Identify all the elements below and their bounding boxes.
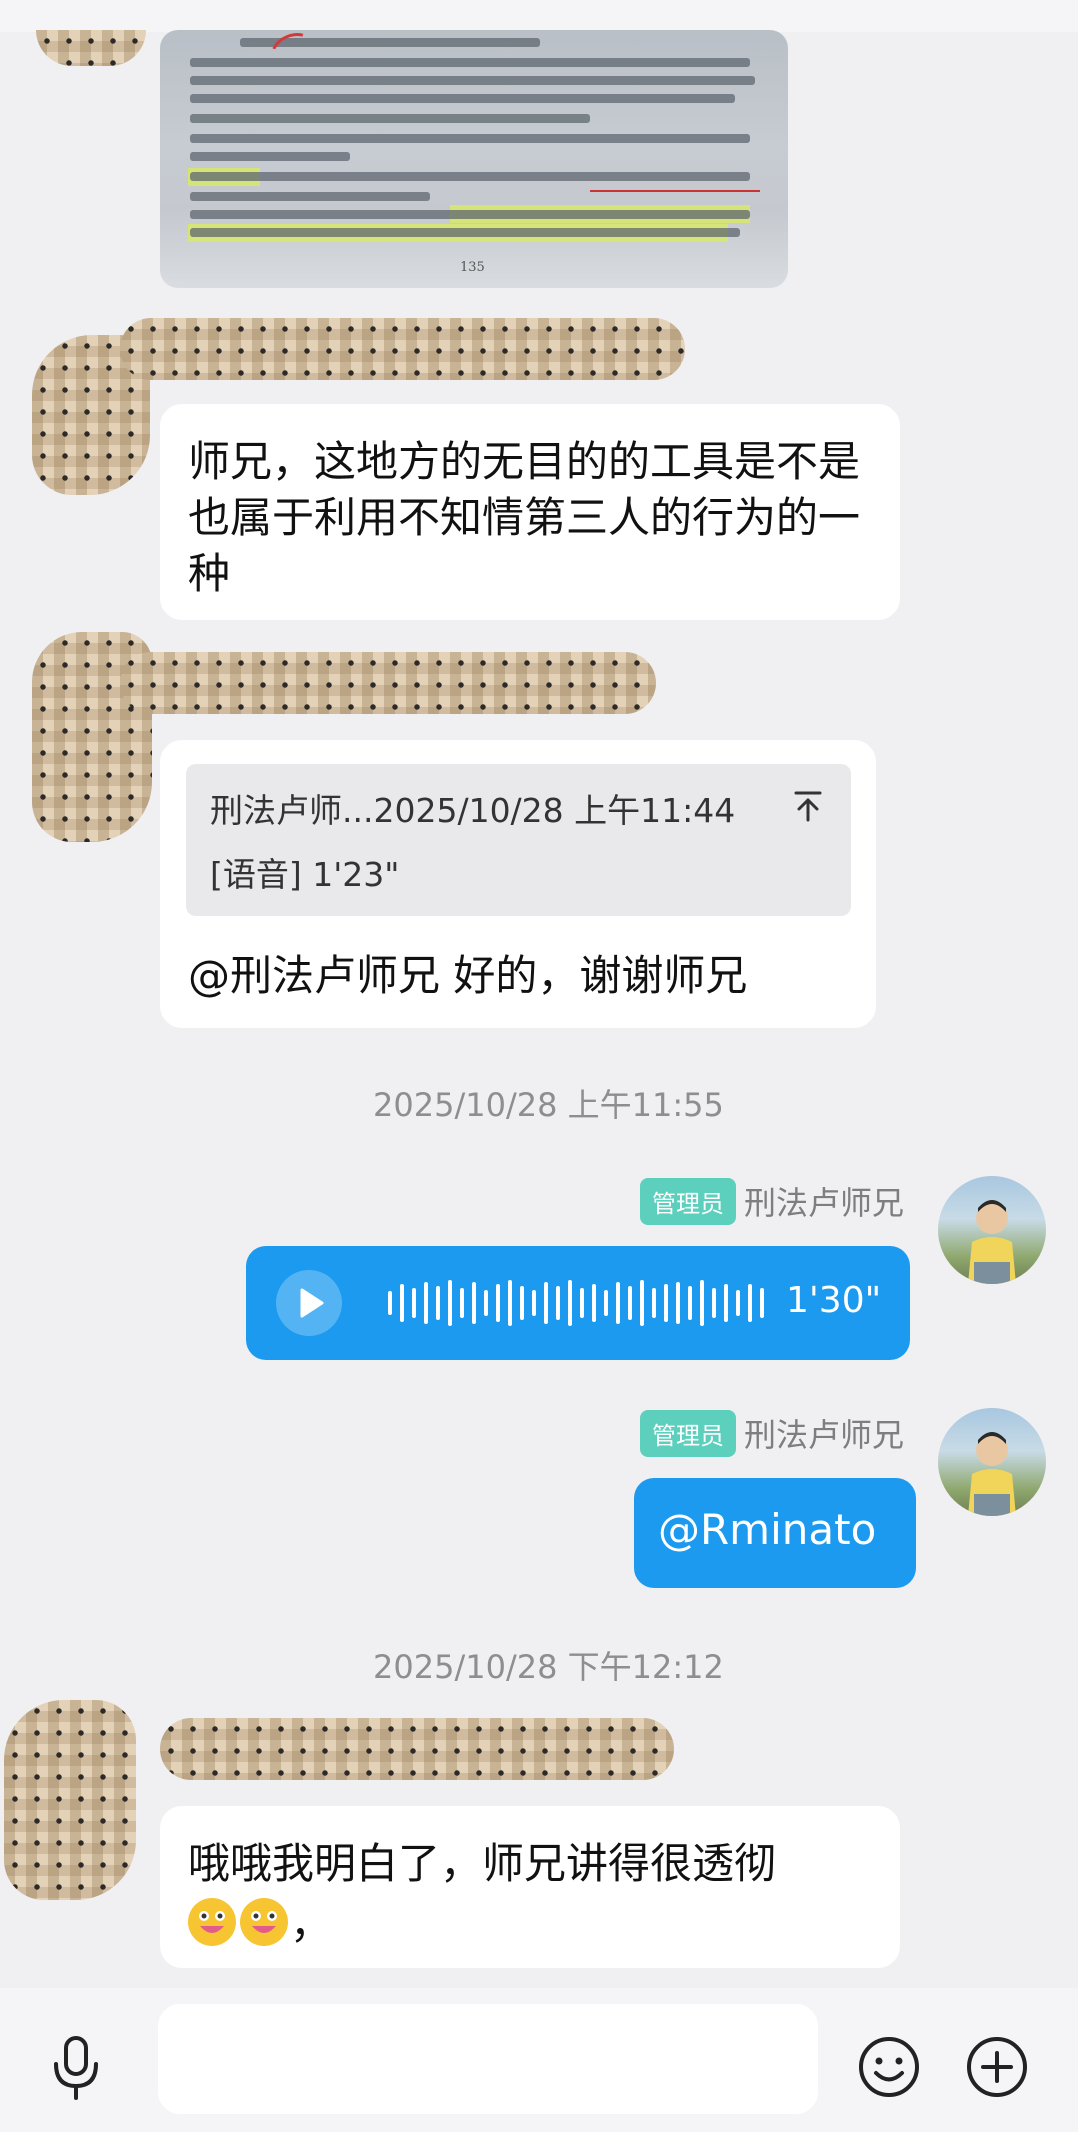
smile-icon[interactable] <box>856 2034 922 2100</box>
timestamp: 2025/10/28 下午12:12 <box>373 1648 724 1686</box>
quote-header: 刑法卢师...2025/10/28 上午11:44 <box>210 791 736 830</box>
sender-name: 刑法卢师兄 <box>744 1416 905 1454</box>
sender-name: 刑法卢师兄 <box>744 1184 905 1222</box>
avatar[interactable] <box>938 1408 1046 1516</box>
emoji-grin-icon <box>240 1898 288 1946</box>
voice-message-bubble[interactable]: 1'30" <box>246 1246 910 1360</box>
redacted-sender-name <box>160 1718 674 1780</box>
quote-body: [语音] 1'23" <box>210 855 400 894</box>
plus-circle-icon[interactable] <box>964 2034 1030 2100</box>
microphone-icon[interactable] <box>44 2032 108 2104</box>
message-text-tail: ， <box>290 1899 333 1948</box>
message-text: @Rminato <box>658 1505 877 1554</box>
quoted-message[interactable]: 刑法卢师...2025/10/28 上午11:44 [语音] 1'23" <box>186 764 851 916</box>
page-number: 135 <box>460 260 485 275</box>
message-bubble[interactable]: 师兄，这地方的无目的的工具是不是也属于利用不知情第三人的行为的一种 <box>160 404 900 620</box>
redacted-sender-name <box>120 318 685 380</box>
timestamp: 2025/10/28 上午11:55 <box>373 1086 724 1124</box>
message-text: 哦哦我明白了，师兄讲得很透彻 <box>188 1839 777 1888</box>
admin-badge: 管理员 <box>640 1410 736 1457</box>
status-area <box>0 0 1078 32</box>
message-text: 师兄，这地方的无目的的工具是不是也属于利用不知情第三人的行为的一种 <box>188 437 861 598</box>
book-page-photo[interactable]: 135 <box>160 30 788 288</box>
redacted-avatar <box>36 30 146 66</box>
redacted-sender-name <box>120 652 656 714</box>
emoji-grin-icon <box>188 1898 236 1946</box>
redacted-avatar <box>4 1700 136 1900</box>
waveform-icon <box>388 1280 764 1326</box>
message-text: @刑法卢师兄 好的，谢谢师兄 <box>188 951 748 1000</box>
admin-badge: 管理员 <box>640 1178 736 1225</box>
message-bubble[interactable]: 哦哦我明白了，师兄讲得很透彻 ， <box>160 1806 900 1968</box>
arrow-up-to-top-icon[interactable] <box>790 788 826 824</box>
avatar[interactable] <box>938 1176 1046 1284</box>
play-icon[interactable] <box>276 1270 342 1336</box>
mention-message-bubble[interactable]: @Rminato <box>634 1478 916 1588</box>
voice-duration: 1'30" <box>786 1280 882 1321</box>
message-input[interactable] <box>158 2004 818 2114</box>
